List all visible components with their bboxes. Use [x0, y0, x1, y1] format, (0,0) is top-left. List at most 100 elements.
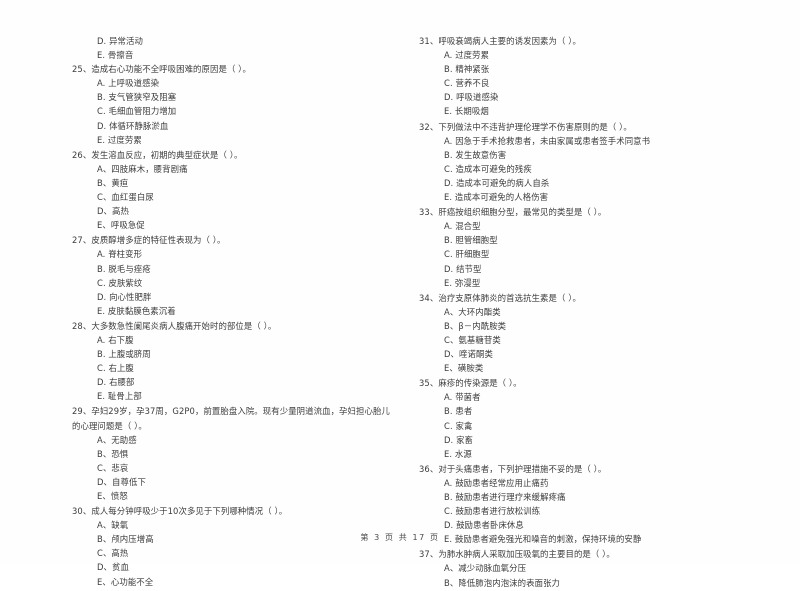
page-footer: 第 3 页 共 17 页 — [360, 533, 440, 542]
option-item: C、高热 — [97, 548, 129, 559]
option-item: D. 家畜 — [444, 434, 474, 445]
option-item: A、无助感 — [97, 434, 137, 445]
option-item: E. 皮肤黏膜色素沉着 — [97, 305, 176, 316]
question-number: 29、 — [72, 406, 92, 417]
question-stem: 26、发生溶血反应，初期的典型症状是（ ）。 — [72, 148, 407, 162]
option-item: E、心功能不全 — [97, 576, 154, 587]
exam-page: D. 异常活动 E. 骨擦音 25、造成右心功能不全呼吸困难的原因是（ ）。 A… — [0, 0, 800, 588]
question-number: 27、 — [72, 235, 92, 246]
question-text: 下列做法中不违背护理伦理学不伤害原则的是（ ）。 — [438, 121, 632, 132]
option-item: C. 家禽 — [444, 420, 473, 431]
option-item: B. 支气管狭窄及阻塞 — [97, 92, 177, 103]
option-item: E. 耻骨上部 — [97, 391, 142, 402]
question-stem: 30、成人每分钟呼吸少于10次多见于下列哪种情况（ ）。 — [72, 504, 407, 518]
question-block: 31、呼吸衰竭病人主要的诱发因素为（ ）。 A. 过度劳累 B. 精神紧张 C.… — [419, 34, 754, 119]
question-text: 麻疹的传染源是（ ）。 — [438, 378, 522, 389]
option-item: C. 肝细胞型 — [444, 249, 490, 260]
option-item: B. 鼓励患者进行理疗来缓解疼痛 — [444, 492, 566, 502]
option-item: A. 上呼吸道感染 — [97, 78, 160, 89]
option-item: A. 因急于手术抢救患者，未由家属或患者签手术同意书 — [444, 135, 651, 146]
question-block: 27、皮质醇增多症的特征性表现为（ ）。 A. 脊柱变形 B. 脱毛与痤疮 C.… — [72, 233, 407, 318]
option-item: D、自尊低下 — [97, 476, 146, 487]
question-number: 33、 — [419, 207, 439, 218]
option-item: A. 过度劳累 — [444, 50, 490, 61]
option-item: D、高热 — [97, 206, 129, 217]
option-item: B、降低肺泡内泡沫的表面张力 — [444, 577, 561, 588]
option-item: B. 精神紧张 — [444, 64, 490, 75]
option-item: B. 脱毛与痤疮 — [97, 263, 151, 274]
option-item: B. 发生故意伤害 — [444, 149, 507, 160]
question-text: 皮质醇增多症的特征性表现为（ ）。 — [91, 235, 226, 246]
option-item: D. 鼓励患者卧床休息 — [444, 520, 524, 531]
question-number: 37、 — [419, 549, 439, 560]
option-item: C. 造成本可避免的残疾 — [444, 163, 532, 174]
option-item: B、恐惧 — [97, 448, 129, 459]
question-text: 为肺水肿病人采取加压吸氧的主要目的是（ ）。 — [438, 549, 615, 560]
option-item: C、氨基糖苷类 — [444, 334, 501, 345]
question-block: 34、治疗支原体肺炎的首选抗生素是（ ）。 A、大环内酯类 B、β－内酰胺类 C… — [419, 291, 754, 376]
question-stem: 36、对于头痛患者，下列护理措施不妥的是（ ）。 — [419, 462, 754, 476]
question-stem: 31、呼吸衰竭病人主要的诱发因素为（ ）。 — [419, 34, 754, 48]
right-column: 31、呼吸衰竭病人主要的诱发因素为（ ）。 A. 过度劳累 B. 精神紧张 C.… — [419, 34, 754, 591]
option-item: A、四肢麻木，腰背剧痛 — [97, 163, 188, 174]
option-item: A、缺氧 — [97, 520, 129, 531]
question-block: 29、孕妇29岁，孕37周，G2P0，前置胎盘入院。现有少量阴道流血，孕妇担心胎… — [72, 404, 407, 503]
question-number: 31、 — [419, 36, 439, 46]
option-item: D. 呼吸道感染 — [444, 92, 499, 103]
question-stem: 32、下列做法中不违背护理伦理学不伤害原则的是（ ）。 — [419, 120, 754, 134]
question-text: 造成右心功能不全呼吸困难的原因是（ ）。 — [91, 64, 251, 75]
question-number: 28、 — [72, 320, 92, 331]
option-item: D. 结节型 — [444, 263, 482, 274]
option-item: E. 弥漫型 — [444, 277, 481, 288]
question-stem: 28、大多数急性阑尾炎病人腹痛开始时的部位是（ ）。 — [72, 319, 407, 333]
option-item: B、黄疸 — [97, 177, 129, 188]
option-item: A. 带菌者 — [444, 392, 481, 403]
option-item: C. 鼓励患者进行放松训练 — [444, 506, 541, 517]
question-block: 28、大多数急性阑尾炎病人腹痛开始时的部位是（ ）。 A. 右下腹 B. 上腹或… — [72, 319, 407, 404]
question-block: 37、为肺水肿病人采取加压吸氧的主要目的是（ ）。 A、减少动脉血氧分压 B、降… — [419, 547, 754, 589]
question-stem: 34、治疗支原体肺炎的首选抗生素是（ ）。 — [419, 291, 754, 305]
option-item: D. 异常活动 — [97, 36, 143, 46]
question-stem: 29、孕妇29岁，孕37周，G2P0，前置胎盘入院。现有少量阴道流血，孕妇担心胎… — [72, 404, 407, 418]
question-number: 30、 — [72, 506, 92, 517]
option-item: B. 胆管细胞型 — [444, 235, 498, 246]
question-text: 大多数急性阑尾炎病人腹痛开始时的部位是（ ）。 — [91, 320, 277, 331]
question-stem: 27、皮质醇增多症的特征性表现为（ ）。 — [72, 233, 407, 247]
question-number: 26、 — [72, 149, 92, 160]
question-stem: 33、肝癌按组织细胞分型，最常见的类型是（ ）。 — [419, 205, 754, 219]
option-item: D. 向心性肥胖 — [97, 291, 152, 302]
question-number: 35、 — [419, 378, 439, 389]
question-block: 35、麻疹的传染源是（ ）。 A. 带菌者 B. 患者 C. 家禽 D. 家畜 … — [419, 376, 754, 461]
question-text: 治疗支原体肺炎的首选抗生素是（ ）。 — [438, 292, 581, 303]
option-item: C、血红蛋白尿 — [97, 192, 154, 203]
option-item: E. 水源 — [444, 448, 472, 459]
option-item: A. 脊柱变形 — [97, 249, 143, 260]
option-item: C. 营养不良 — [444, 78, 490, 89]
question-number: 32、 — [419, 121, 439, 132]
option-item: A. 右下腹 — [97, 334, 134, 345]
option-item: B. 上腹或脐周 — [97, 349, 151, 360]
option-item: A. 鼓励患者经常应用止痛药 — [444, 477, 549, 488]
two-column-body: D. 异常活动 E. 骨擦音 25、造成右心功能不全呼吸困难的原因是（ ）。 A… — [0, 34, 800, 591]
option-item: B. 患者 — [444, 406, 473, 417]
question-text: 成人每分钟呼吸少于10次多见于下列哪种情况（ ）。 — [91, 506, 288, 517]
question-stem-continued: 的心理问题是（ ）。 — [72, 420, 147, 431]
option-item: E、呼吸急促 — [97, 220, 145, 231]
question-text: 呼吸衰竭病人主要的诱发因素为（ ）。 — [438, 36, 581, 46]
question-number: 34、 — [419, 292, 439, 303]
question-text: 发生溶血反应，初期的典型症状是（ ）。 — [91, 149, 243, 160]
option-item: C. 毛细血管阻力增加 — [97, 106, 177, 117]
option-item: E、愤怒 — [97, 491, 128, 501]
question-stem: 37、为肺水肿病人采取加压吸氧的主要目的是（ ）。 — [419, 547, 754, 561]
question-stem: 25、造成右心功能不全呼吸困难的原因是（ ）。 — [72, 62, 407, 76]
question-stem: 35、麻疹的传染源是（ ）。 — [419, 376, 754, 390]
option-item: D、喹诺酮类 — [444, 349, 493, 360]
option-item: D. 右腰部 — [97, 377, 135, 388]
option-item: B、β－内酰胺类 — [444, 320, 507, 331]
question-text: 对于头痛患者，下列护理措施不妥的是（ ）。 — [438, 463, 607, 474]
option-item: D. 体循环静脉淤血 — [97, 120, 169, 131]
question-block: 32、下列做法中不违背护理伦理学不伤害原则的是（ ）。 A. 因急于手术抢救患者… — [419, 120, 754, 205]
option-item: C、悲哀 — [97, 462, 129, 473]
option-item: E、磺胺类 — [444, 363, 484, 374]
continued-options-block: D. 异常活动 E. 骨擦音 — [72, 34, 407, 62]
